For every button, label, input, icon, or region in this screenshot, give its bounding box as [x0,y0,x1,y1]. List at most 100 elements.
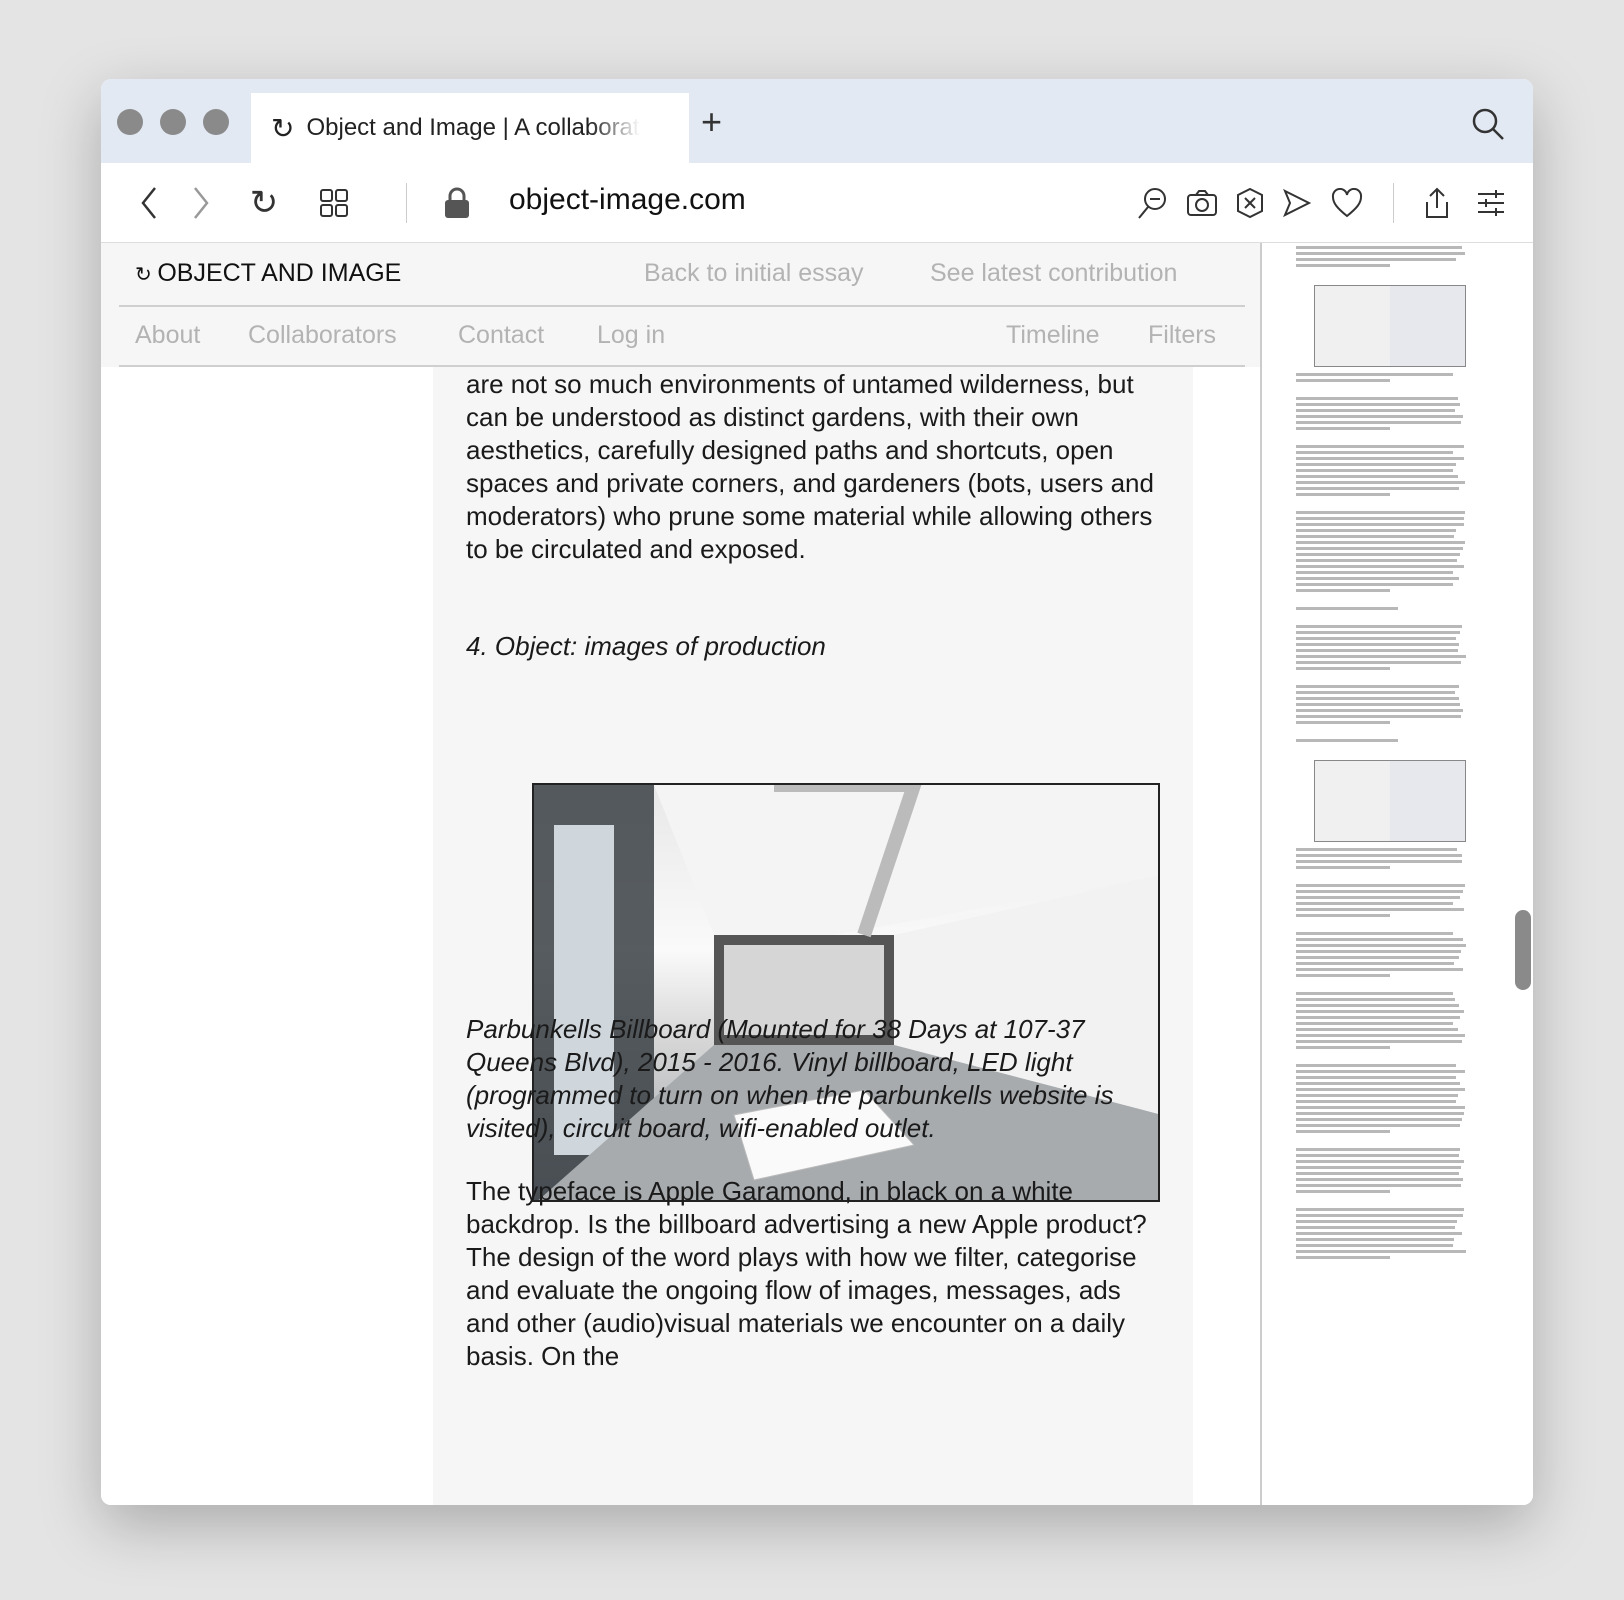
minimap-line [1296,1112,1464,1115]
maximize-window-button[interactable] [203,109,229,135]
minimap-line [1296,890,1463,893]
back-button[interactable] [131,185,167,221]
nav-filters[interactable]: Filters [1148,321,1216,350]
minimap-line [1296,1256,1390,1259]
send-icon[interactable] [1279,185,1315,221]
nav-timeline[interactable]: Timeline [1006,321,1100,350]
minimap-line [1296,258,1456,261]
minimap-line [1296,1016,1460,1019]
minimap-line [1296,1076,1456,1079]
new-tab-button[interactable]: + [701,101,722,143]
minimap-line [1296,1004,1459,1007]
minimap-line [1296,703,1460,706]
minimap-line [1296,1028,1458,1031]
minimap-line [1296,373,1453,376]
minimap-line [1296,457,1464,460]
minimap-line [1296,1130,1390,1133]
minimap-line [1296,577,1459,580]
minimap-line [1296,643,1459,646]
share-icon[interactable] [1419,185,1455,221]
minimap-line [1296,1166,1461,1169]
heart-icon[interactable] [1329,185,1365,221]
minimap-line [1296,1046,1390,1049]
minimap-line [1296,896,1460,899]
minimap-line [1296,1088,1465,1091]
minimap-line [1296,1190,1390,1193]
minimap-line [1296,1106,1465,1109]
minimap-line [1296,974,1390,977]
minimap-line [1296,553,1460,556]
page-content: are not so much environments of untamed … [101,243,1260,1505]
minimap-line [1296,962,1454,965]
minimap-line [1296,541,1465,544]
minimap-line [1296,607,1398,610]
minimap-line [1296,1082,1460,1085]
latest-contribution-link[interactable]: See latest contribution [930,259,1177,288]
minimap-line [1296,1154,1459,1157]
minimap-line [1296,559,1457,562]
minimap-line [1296,1010,1464,1013]
refresh-icon: ↻ [135,264,157,286]
minimap-line [1296,469,1453,472]
minimap-line [1296,571,1453,574]
tabs-grid-icon[interactable] [316,185,352,221]
site-header: ↻ OBJECT AND IMAGE Back to initial essay… [101,243,1260,367]
minimap-line [1296,908,1464,911]
minimap-line [1296,697,1459,700]
nav-collaborators[interactable]: Collaborators [248,321,397,350]
minimize-window-button[interactable] [160,109,186,135]
minimap-line [1296,1100,1456,1103]
minimap-line [1296,1208,1464,1211]
camera-icon[interactable] [1184,185,1220,221]
minimap-line [1296,451,1453,454]
page-minimap[interactable] [1260,243,1533,1505]
minimap-line [1296,1220,1457,1223]
minimap-line [1296,397,1458,400]
minimap-line [1296,475,1458,478]
minimap-line [1296,1040,1462,1043]
minimap-scrollbar[interactable] [1515,910,1531,990]
nav-about[interactable]: About [135,321,200,350]
minimap-line [1296,589,1390,592]
menu-icon[interactable] [1473,185,1509,221]
tab-active[interactable]: ↻ Object and Image | A collaborat [251,93,689,163]
zoom-out-icon[interactable] [1134,185,1170,221]
minimap-line [1296,403,1460,406]
reload-icon[interactable]: ↻ [246,185,282,221]
minimap-line [1296,421,1461,424]
back-to-essay-link[interactable]: Back to initial essay [644,259,864,288]
minimap-line [1296,992,1453,995]
minimap-line [1296,565,1464,568]
minimap-line [1296,1232,1462,1235]
minimap-line [1296,691,1455,694]
site-logo[interactable]: ↻ OBJECT AND IMAGE [135,259,401,288]
minimap-line [1296,415,1463,418]
minimap-line [1296,685,1459,688]
minimap-line [1296,1226,1455,1229]
minimap-line [1296,709,1463,712]
minimap-line [1296,902,1453,905]
tab-title: Object and Image | A collaborat [306,114,639,142]
minimap-line [1296,631,1460,634]
browser-window: ↻ Object and Image | A collaborat + ↻ ob… [101,79,1533,1505]
minimap-line [1296,1160,1464,1163]
article-paragraph: The typeface is Apple Garamond, in black… [466,1175,1166,1505]
address-bar[interactable]: object-image.com [509,183,746,217]
close-window-button[interactable] [117,109,143,135]
minimap-line [1296,854,1462,857]
minimap-line [1296,1244,1453,1247]
minimap-line [1296,637,1456,640]
minimap-line [1296,884,1465,887]
nav-login[interactable]: Log in [597,321,665,350]
minimap-line [1296,932,1453,935]
search-icon[interactable] [1471,107,1505,146]
nav-contact[interactable]: Contact [458,321,544,350]
minimap-thumbnail [1314,285,1466,367]
ad-block-icon[interactable] [1232,185,1268,221]
minimap-line [1296,956,1459,959]
minimap-line [1296,493,1390,496]
minimap-line [1296,655,1466,658]
forward-button[interactable] [183,185,219,221]
minimap-line [1296,427,1390,430]
minimap-line [1296,715,1461,718]
